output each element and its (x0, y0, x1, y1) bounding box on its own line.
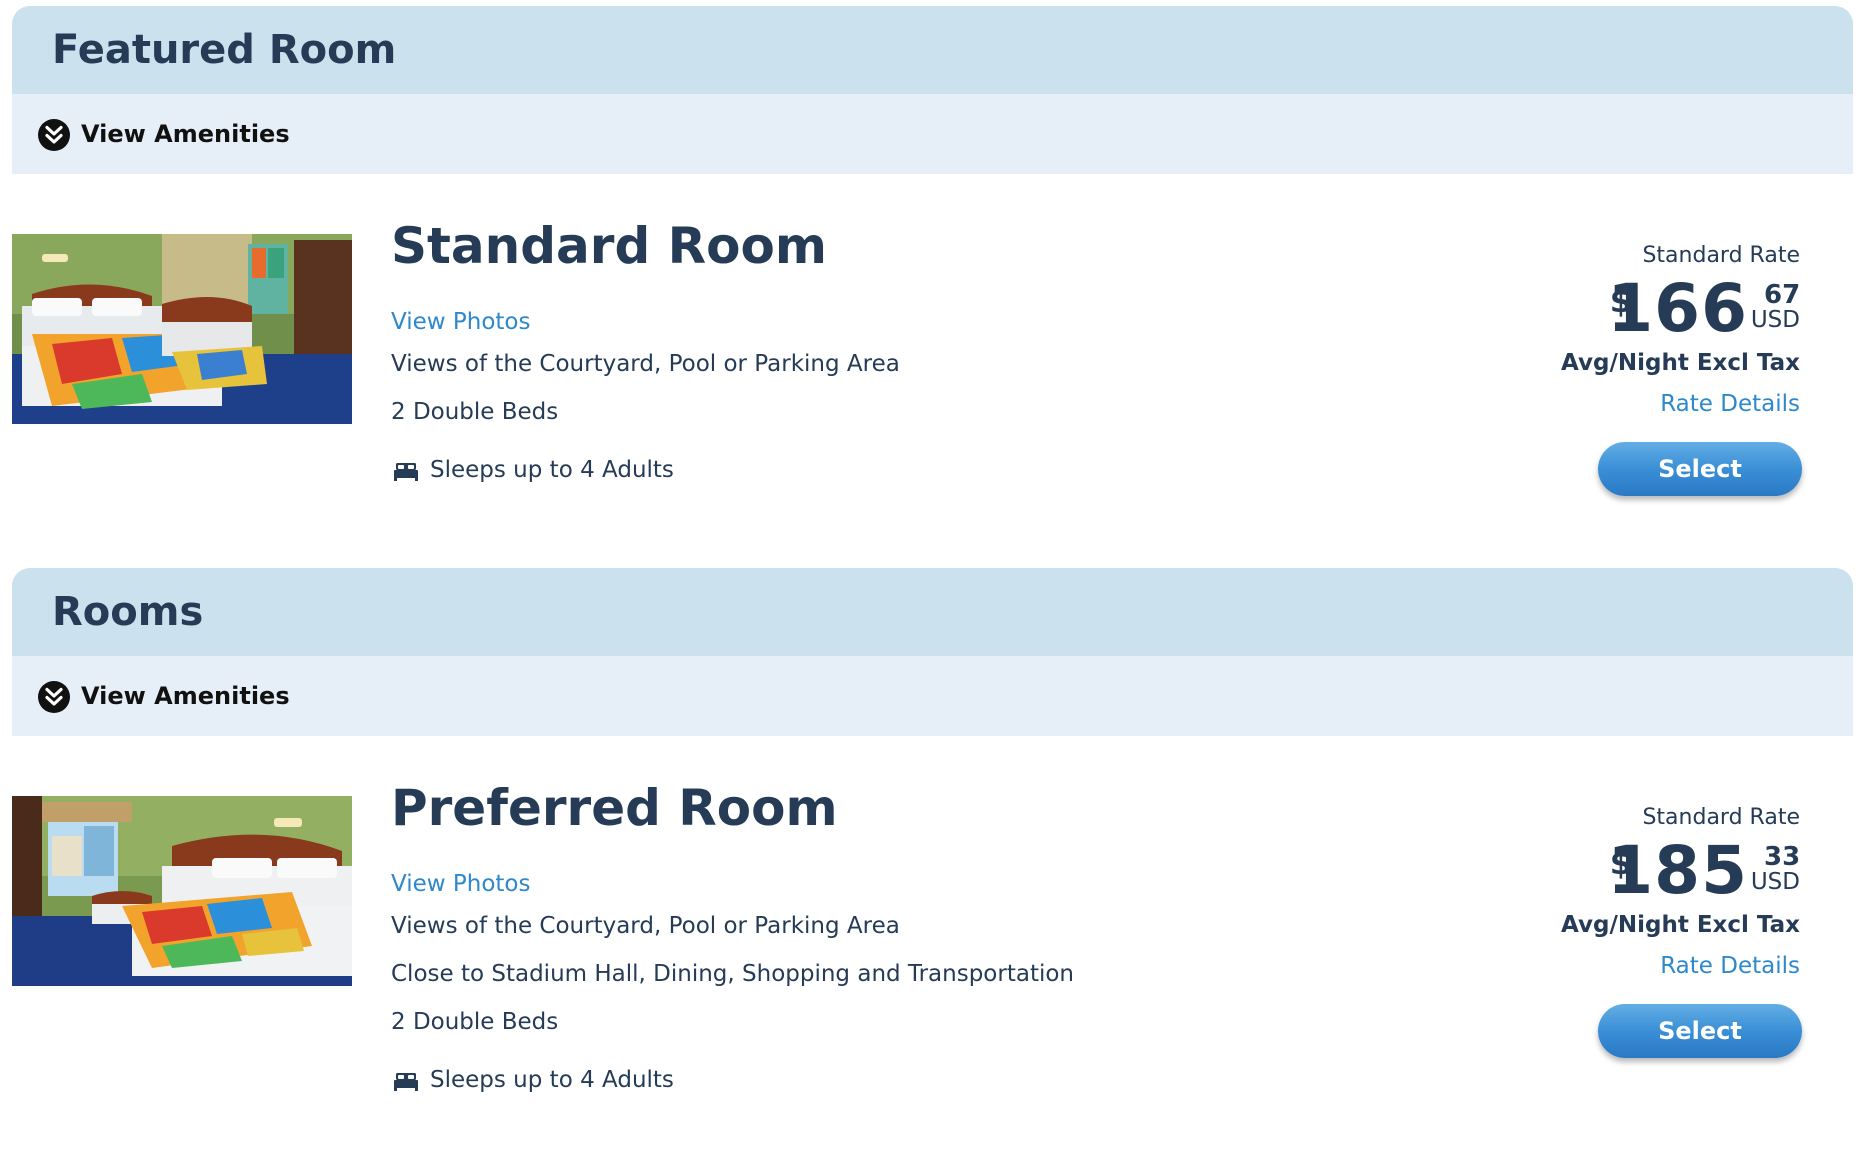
room-location-detail: Close to Stadium Hall, Dining, Shopping … (391, 961, 1075, 987)
price-currency: USD (1750, 869, 1800, 895)
price-currency: USD (1750, 307, 1800, 333)
section-header: Rooms (12, 568, 1853, 656)
room-view-detail: Views of the Courtyard, Pool or Parking … (391, 351, 900, 377)
room-bed-detail: 2 Double Beds (391, 399, 559, 425)
view-amenities-toggle[interactable]: View Amenities (12, 94, 1853, 174)
room-title: Standard Room (391, 217, 827, 275)
select-button[interactable]: Select (1598, 1004, 1802, 1058)
avg-night-label: Avg/Night Excl Tax (1561, 912, 1800, 938)
rate-label: Standard Rate (1642, 243, 1800, 268)
room-view-detail: Views of the Courtyard, Pool or Parking … (391, 913, 900, 939)
view-amenities-label: View Amenities (81, 682, 290, 710)
room-title: Preferred Room (391, 779, 838, 837)
featured-room-section: Featured Room View Amenities (12, 6, 1853, 174)
double-chevron-down-icon (38, 119, 70, 151)
section-header: Featured Room (12, 6, 1853, 94)
price-cents: 67 (1764, 280, 1801, 310)
room-photo[interactable] (12, 234, 352, 424)
room-photo[interactable] (12, 796, 352, 986)
view-amenities-toggle[interactable]: View Amenities (12, 656, 1853, 736)
avg-night-label: Avg/Night Excl Tax (1561, 350, 1800, 376)
price: $ 166 67 USD (1560, 270, 1801, 350)
rooms-section: Rooms View Amenities (12, 568, 1853, 736)
sleeps-capacity: Sleeps up to 4 Adults (430, 1067, 674, 1093)
price-whole: 166 (1607, 270, 1748, 347)
view-photos-link[interactable]: View Photos (391, 309, 530, 335)
select-button[interactable]: Select (1598, 442, 1802, 496)
rate-label: Standard Rate (1642, 805, 1800, 830)
room-bed-detail: 2 Double Beds (391, 1009, 559, 1035)
rate-details-link[interactable]: Rate Details (1660, 953, 1800, 979)
sleeps-capacity: Sleeps up to 4 Adults (430, 457, 674, 483)
double-chevron-down-icon (38, 681, 70, 713)
price-cents: 33 (1764, 842, 1801, 872)
price-whole: 185 (1607, 832, 1748, 909)
section-title: Featured Room (52, 27, 397, 73)
section-title: Rooms (52, 589, 204, 635)
price: $ 185 33 USD (1560, 832, 1801, 912)
view-amenities-label: View Amenities (81, 120, 290, 148)
bed-icon (393, 1072, 419, 1092)
rate-details-link[interactable]: Rate Details (1660, 391, 1800, 417)
view-photos-link[interactable]: View Photos (391, 871, 530, 897)
bed-icon (393, 462, 419, 482)
